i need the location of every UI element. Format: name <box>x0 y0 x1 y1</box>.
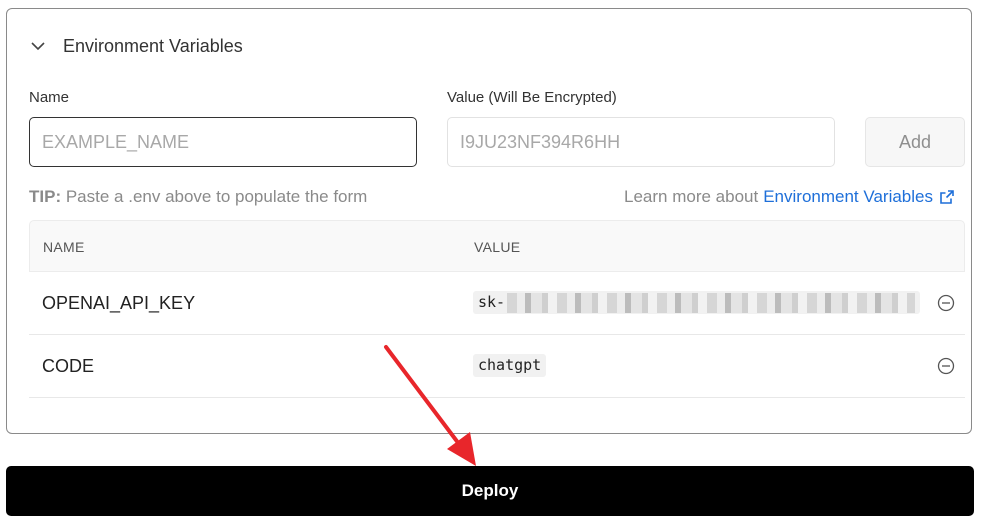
learn-more-text: Learn more about <box>624 187 759 206</box>
learn-more: Learn more about Environment Variables <box>624 187 955 207</box>
column-header-name: NAME <box>43 239 85 255</box>
name-label: Name <box>29 89 70 106</box>
tip-text: TIP: Paste a .env above to populate the … <box>29 187 367 207</box>
tip-prefix: TIP: <box>29 187 62 206</box>
variable-value: chatgpt <box>473 354 547 377</box>
minus-circle-icon[interactable] <box>937 294 955 312</box>
value-input[interactable] <box>447 117 835 167</box>
table-row: OPENAI_API_KEY sk- <box>29 272 965 335</box>
deploy-page: Environment Variables Name Value (Will B… <box>0 0 981 526</box>
environment-variables-toggle[interactable]: Environment Variables <box>29 35 243 57</box>
external-link-icon[interactable] <box>939 189 955 205</box>
minus-circle-icon[interactable] <box>937 357 955 375</box>
redacted-value-mosaic <box>507 292 916 313</box>
variable-value: sk- <box>473 291 921 314</box>
chevron-down-icon <box>31 42 45 51</box>
table-header: NAME VALUE <box>29 220 965 272</box>
variable-value-text: sk- <box>478 293 506 311</box>
environment-variables-panel: Environment Variables Name Value (Will B… <box>6 8 972 434</box>
add-button[interactable]: Add <box>865 117 965 167</box>
environment-variables-link[interactable]: Environment Variables <box>763 187 933 207</box>
variable-name: CODE <box>42 356 95 376</box>
variable-value-text: chatgpt <box>478 356 542 374</box>
env-variables-table: NAME VALUE OPENAI_API_KEY sk- CODE chatg… <box>29 220 965 398</box>
column-header-value: VALUE <box>474 239 521 255</box>
section-title: Environment Variables <box>63 35 243 56</box>
value-label: Value (Will Be Encrypted) <box>447 89 617 106</box>
variable-name: OPENAI_API_KEY <box>42 293 196 313</box>
deploy-button[interactable]: Deploy <box>6 466 974 516</box>
name-input[interactable] <box>29 117 417 167</box>
tip-message: Paste a .env above to populate the form <box>65 187 368 206</box>
table-row: CODE chatgpt <box>29 335 965 398</box>
